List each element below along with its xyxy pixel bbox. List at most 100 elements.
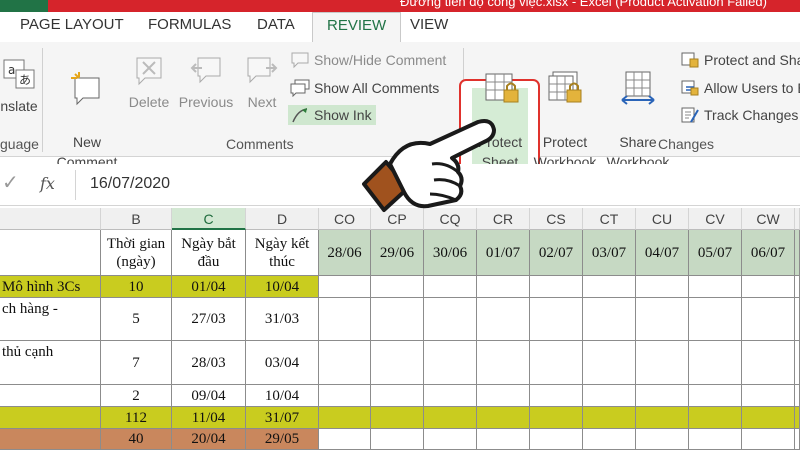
gantt-cell[interactable] — [636, 385, 689, 407]
tab-data[interactable]: DATA — [257, 16, 295, 33]
gantt-cell[interactable] — [477, 407, 530, 429]
gantt-cell[interactable] — [530, 407, 583, 429]
gantt-cell[interactable] — [636, 429, 689, 450]
date-header-cell[interactable]: 02/07 — [530, 230, 583, 276]
cell-d-header[interactable]: Ngày kết thúc — [246, 230, 319, 276]
end-date-cell[interactable]: 03/04 — [246, 341, 319, 385]
column-header-a[interactable] — [0, 208, 101, 230]
gantt-cell[interactable] — [530, 341, 583, 385]
gantt-cell[interactable] — [795, 385, 800, 407]
cell-a-header[interactable] — [0, 230, 101, 276]
start-date-cell[interactable]: 11/04 — [172, 407, 246, 429]
column-header-ct[interactable]: CT — [583, 208, 636, 230]
gantt-cell[interactable] — [530, 429, 583, 450]
end-date-cell[interactable]: 31/03 — [246, 298, 319, 341]
gantt-cell[interactable] — [689, 276, 742, 298]
gantt-cell[interactable] — [424, 298, 477, 341]
duration-cell[interactable]: 7 — [101, 341, 172, 385]
gantt-cell[interactable] — [583, 385, 636, 407]
gantt-cell[interactable] — [583, 341, 636, 385]
track-changes-button[interactable]: Track Changes ▾ — [680, 106, 800, 124]
start-date-cell[interactable]: 01/04 — [172, 276, 246, 298]
column-header-cs[interactable]: CS — [530, 208, 583, 230]
new-comment-button[interactable]: New Comment — [50, 50, 124, 172]
next-comment-button[interactable]: Next — [242, 50, 282, 112]
share-workbook-button[interactable]: Share Workbook — [602, 50, 674, 172]
column-header-c[interactable]: C — [172, 208, 246, 230]
gantt-cell[interactable] — [530, 276, 583, 298]
duration-cell[interactable]: 10 — [101, 276, 172, 298]
date-header-cell[interactable] — [795, 230, 800, 276]
gantt-cell[interactable] — [583, 429, 636, 450]
end-date-cell[interactable]: 10/04 — [246, 276, 319, 298]
gantt-cell[interactable] — [636, 341, 689, 385]
gantt-cell[interactable] — [689, 298, 742, 341]
gantt-cell[interactable] — [371, 429, 424, 450]
gantt-cell[interactable] — [477, 385, 530, 407]
gantt-cell[interactable] — [795, 298, 800, 341]
gantt-cell[interactable] — [477, 298, 530, 341]
gantt-cell[interactable] — [795, 276, 800, 298]
start-date-cell[interactable]: 20/04 — [172, 429, 246, 450]
task-name-cell[interactable]: ch hàng - — [0, 298, 101, 341]
task-name-cell[interactable]: thủ cạnh — [0, 341, 101, 385]
gantt-cell[interactable] — [742, 341, 795, 385]
gantt-cell[interactable] — [319, 276, 371, 298]
protect-and-share-button[interactable]: Protect and Sha — [680, 51, 800, 69]
tab-page-layout[interactable]: PAGE LAYOUT — [20, 16, 124, 33]
gantt-cell[interactable] — [424, 276, 477, 298]
gantt-cell[interactable] — [319, 341, 371, 385]
tab-view[interactable]: VIEW — [410, 16, 448, 33]
gantt-cell[interactable] — [371, 385, 424, 407]
gantt-cell[interactable] — [477, 276, 530, 298]
duration-cell[interactable]: 112 — [101, 407, 172, 429]
column-header-cw[interactable]: CW — [742, 208, 795, 230]
protect-workbook-button[interactable]: Protect Workbook — [530, 50, 600, 172]
gantt-cell[interactable] — [371, 298, 424, 341]
gantt-cell[interactable] — [424, 385, 477, 407]
date-header-cell[interactable]: 29/06 — [371, 230, 424, 276]
show-all-comments-button[interactable]: Show All Comments — [290, 79, 439, 97]
duration-cell[interactable]: 2 — [101, 385, 172, 407]
gantt-cell[interactable] — [583, 298, 636, 341]
gantt-cell[interactable] — [319, 385, 371, 407]
show-hide-comment-button[interactable]: Show/Hide Comment — [290, 51, 446, 69]
date-header-cell[interactable]: 06/07 — [742, 230, 795, 276]
column-header-cu[interactable]: CU — [636, 208, 689, 230]
date-header-cell[interactable]: 03/07 — [583, 230, 636, 276]
gantt-cell[interactable] — [795, 341, 800, 385]
gantt-cell[interactable] — [530, 385, 583, 407]
allow-users-button[interactable]: Allow Users to E — [680, 79, 800, 97]
gantt-cell[interactable] — [742, 298, 795, 341]
duration-cell[interactable]: 5 — [101, 298, 172, 341]
gantt-cell[interactable] — [689, 341, 742, 385]
delete-comment-button[interactable]: Delete — [126, 50, 172, 112]
gantt-cell[interactable] — [742, 385, 795, 407]
tab-formulas[interactable]: FORMULAS — [148, 16, 231, 33]
start-date-cell[interactable]: 27/03 — [172, 298, 246, 341]
gantt-cell[interactable] — [477, 429, 530, 450]
task-name-cell[interactable] — [0, 385, 101, 407]
gantt-cell[interactable] — [371, 407, 424, 429]
gantt-cell[interactable] — [689, 385, 742, 407]
formula-input[interactable]: 16/07/2020 — [90, 175, 170, 193]
gantt-cell[interactable] — [742, 407, 795, 429]
enter-check-icon[interactable]: ✓ — [2, 170, 19, 195]
translate-button[interactable]: a あ nslate — [0, 56, 42, 116]
column-header-cv[interactable]: CV — [689, 208, 742, 230]
gantt-cell[interactable] — [636, 276, 689, 298]
previous-comment-button[interactable]: Previous — [176, 50, 236, 112]
end-date-cell[interactable]: 10/04 — [246, 385, 319, 407]
date-header-cell[interactable]: 01/07 — [477, 230, 530, 276]
gantt-cell[interactable] — [583, 276, 636, 298]
date-header-cell[interactable]: 28/06 — [319, 230, 371, 276]
gantt-cell[interactable] — [530, 298, 583, 341]
gantt-cell[interactable] — [424, 429, 477, 450]
gantt-cell[interactable] — [742, 276, 795, 298]
gantt-cell[interactable] — [795, 407, 800, 429]
date-header-cell[interactable]: 04/07 — [636, 230, 689, 276]
gantt-cell[interactable] — [636, 298, 689, 341]
task-name-cell[interactable] — [0, 429, 101, 450]
cell-b-header[interactable]: Thời gian (ngày) — [101, 230, 172, 276]
date-header-cell[interactable]: 05/07 — [689, 230, 742, 276]
